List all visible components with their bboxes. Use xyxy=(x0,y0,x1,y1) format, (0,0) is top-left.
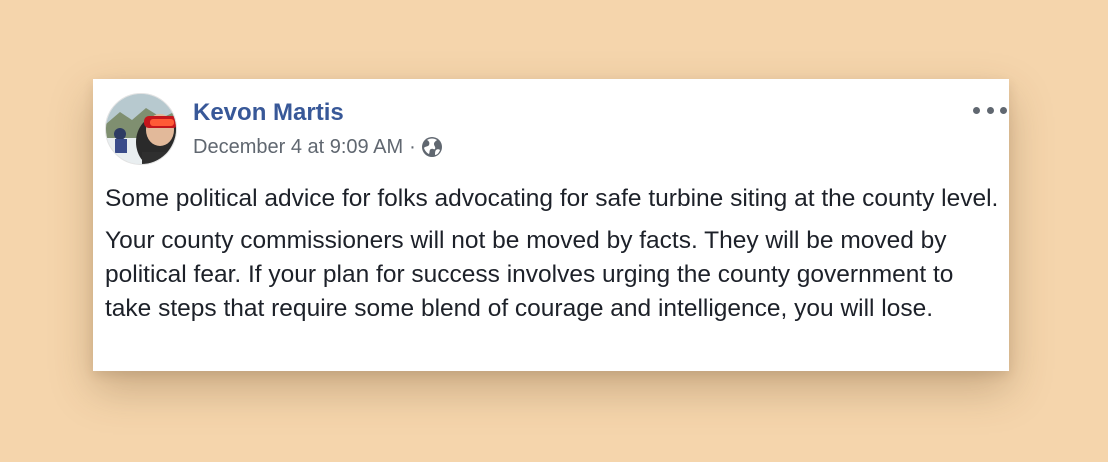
post-paragraph: Some political advice for folks advocati… xyxy=(105,185,999,212)
page-background: Kevon Martis December 4 at 9:09 AM · Som… xyxy=(0,0,1108,462)
post-timestamp[interactable]: December 4 at 9:09 AM xyxy=(193,136,403,159)
author-name-link[interactable]: Kevon Martis xyxy=(193,99,344,127)
author-avatar[interactable] xyxy=(105,93,177,165)
more-dot xyxy=(1000,106,1007,114)
more-options-icon[interactable] xyxy=(973,101,1007,119)
post-paragraph: Your county commissioners will not be mo… xyxy=(105,227,954,322)
facebook-post-card: Kevon Martis December 4 at 9:09 AM · Som… xyxy=(93,79,1009,371)
avatar-photo xyxy=(106,94,176,164)
more-dot xyxy=(973,106,980,114)
post-body: Some political advice for folks advocati… xyxy=(105,182,1000,334)
more-dot xyxy=(986,106,994,114)
globe-icon[interactable] xyxy=(421,136,443,158)
post-meta: December 4 at 9:09 AM · xyxy=(193,135,443,159)
meta-separator: · xyxy=(409,135,416,158)
